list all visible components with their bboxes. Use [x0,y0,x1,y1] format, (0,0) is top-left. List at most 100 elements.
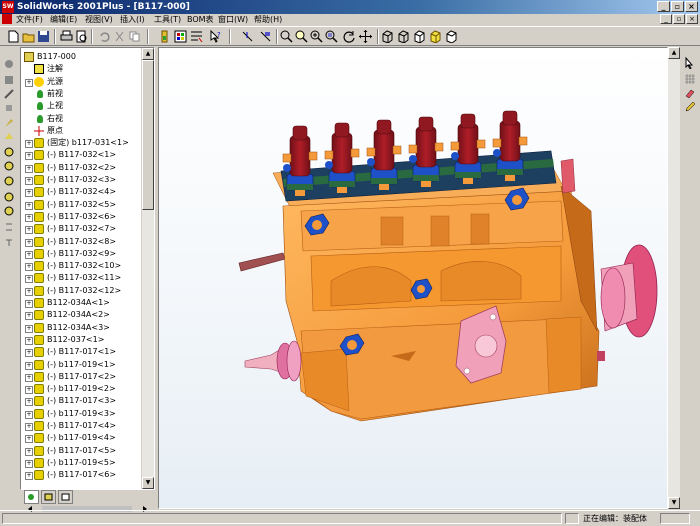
tree-item[interactable]: + B112-037<1> [21,334,143,346]
rotate-icon[interactable] [342,29,357,44]
expand-icon[interactable]: + [25,140,33,149]
hide-show-icon[interactable] [3,175,15,187]
expand-icon[interactable]: + [25,324,33,333]
tree-item[interactable]: + (-) B117-032<11> [21,272,143,284]
new-icon[interactable] [6,29,21,44]
expand-icon[interactable]: + [25,361,33,370]
tree-item[interactable]: + (-) B117-032<2> [21,162,143,174]
tree-item[interactable]: 原点 [21,125,143,137]
mate-tool-icon[interactable] [3,88,15,100]
tree-item[interactable]: + (-) B117-032<5> [21,199,143,211]
menu-tools[interactable]: 工具(T) [154,14,181,26]
explode-icon[interactable] [3,146,15,158]
menu-bom[interactable]: BOM表 [187,14,214,26]
expand-icon[interactable]: + [25,238,33,247]
eraser-icon[interactable] [684,87,696,99]
expand-icon[interactable]: + [25,312,33,321]
edit-part-icon[interactable] [3,205,15,217]
tab-feature-manager[interactable] [24,490,39,504]
suppress-icon[interactable] [3,191,15,203]
tree-item[interactable]: + (-) B117-032<1> [21,149,143,161]
menu-view[interactable]: 视图(V) [85,14,113,26]
tree-item[interactable]: + (-) B117-032<7> [21,223,143,235]
tree-root[interactable]: B117-000 [21,51,143,63]
tab-configuration-manager[interactable] [58,490,73,504]
expand-icon[interactable]: + [25,398,33,407]
interference-icon[interactable] [3,160,15,172]
expand-icon[interactable]: + [25,472,33,481]
tree-item[interactable]: + 光源 [21,76,143,88]
tree-item[interactable]: + (固定) b117-031<1> [21,137,143,149]
expand-icon[interactable]: + [25,226,33,235]
pan-icon[interactable] [358,29,373,44]
tree-item[interactable]: + (-) B117-017<2> [21,371,143,383]
zoom-in-out-icon[interactable] [309,29,324,44]
wireframe-icon[interactable] [380,29,395,44]
expand-icon[interactable]: + [25,386,33,395]
minimize-button[interactable]: _ [657,1,670,12]
tree-item[interactable]: + (-) B117-032<9> [21,248,143,260]
viewport-scroll-up[interactable]: ▲ [668,47,680,59]
tree-item[interactable]: + B112-034A<3> [21,322,143,334]
menu-insert[interactable]: 插入(I) [120,14,145,26]
tree-item[interactable]: + (-) b117-019<4> [21,432,143,444]
tree-item[interactable]: + (-) B117-017<5> [21,445,143,457]
component-tool-icon[interactable] [3,74,15,86]
graphics-viewport[interactable] [158,47,668,509]
scroll-thumb[interactable] [142,60,154,210]
move-tool-icon[interactable] [3,102,15,114]
doc-minimize-button[interactable]: _ [660,14,672,24]
tree-item[interactable]: + (-) B117-017<6> [21,469,143,481]
hidden-lines-gray-icon[interactable] [396,29,411,44]
expand-icon[interactable]: + [25,300,33,308]
hidden-lines-removed-icon[interactable] [412,29,427,44]
viewport-scroll-down[interactable]: ▼ [668,497,680,509]
perspective-icon[interactable] [444,29,459,44]
help-cursor-icon[interactable]: ? [208,29,223,44]
print-icon[interactable] [59,29,74,44]
expand-icon[interactable]: + [25,287,33,296]
smart-mate-icon[interactable] [3,131,15,143]
cut-icon[interactable] [112,29,127,44]
menu-help[interactable]: 帮助(H) [254,14,282,26]
expand-icon[interactable]: + [25,447,33,456]
menu-window[interactable]: 窗口(W) [218,14,248,26]
tree-item[interactable]: + (-) B117-032<4> [21,186,143,198]
expand-icon[interactable]: + [25,275,33,284]
expand-icon[interactable]: + [25,152,33,161]
pencil-icon[interactable] [684,101,696,113]
tree-item[interactable]: + (-) B117-032<3> [21,174,143,186]
print-preview-icon[interactable] [74,29,89,44]
scroll-down-arrow[interactable]: ▼ [142,477,154,489]
tree-item[interactable]: 上视 [21,100,143,112]
tree-item[interactable]: 右视 [21,113,143,125]
tree-item[interactable]: + (-) B117-032<10> [21,260,143,272]
assembly-tool-icon[interactable] [3,58,15,70]
rebuild-icon[interactable] [157,29,172,44]
sketch-entity-icon[interactable] [3,237,15,249]
tree-item[interactable]: + (-) B117-032<6> [21,211,143,223]
restore-button[interactable]: ▫ [671,1,684,12]
zoom-selection-icon[interactable] [324,29,339,44]
tree-item[interactable]: + (-) B117-017<1> [21,346,143,358]
select-face-icon[interactable] [258,29,273,44]
tree-item[interactable]: + (-) B117-032<8> [21,236,143,248]
expand-icon[interactable]: + [25,177,33,185]
close-button[interactable]: × [685,1,698,12]
tree-item[interactable]: + B112-034A<1> [21,297,143,309]
expand-icon[interactable]: + [25,459,33,468]
expand-icon[interactable]: + [25,201,33,210]
tree-item[interactable]: + (-) b117-019<1> [21,359,143,371]
open-icon[interactable] [21,29,36,44]
expand-icon[interactable]: + [25,164,33,173]
document-icon[interactable] [2,14,12,24]
zoom-area-icon[interactable] [294,29,309,44]
tree-scrollbar[interactable]: ▲ ▼ [141,48,154,489]
expand-icon[interactable]: + [25,336,33,345]
expand-icon[interactable]: + [25,373,33,382]
fuel-pump-model[interactable] [159,48,668,509]
scroll-up-arrow[interactable]: ▲ [142,48,154,60]
expand-icon[interactable]: + [25,349,33,358]
tree-item[interactable]: + (-) B117-017<3> [21,395,143,407]
tree-item[interactable]: 前视 [21,88,143,100]
